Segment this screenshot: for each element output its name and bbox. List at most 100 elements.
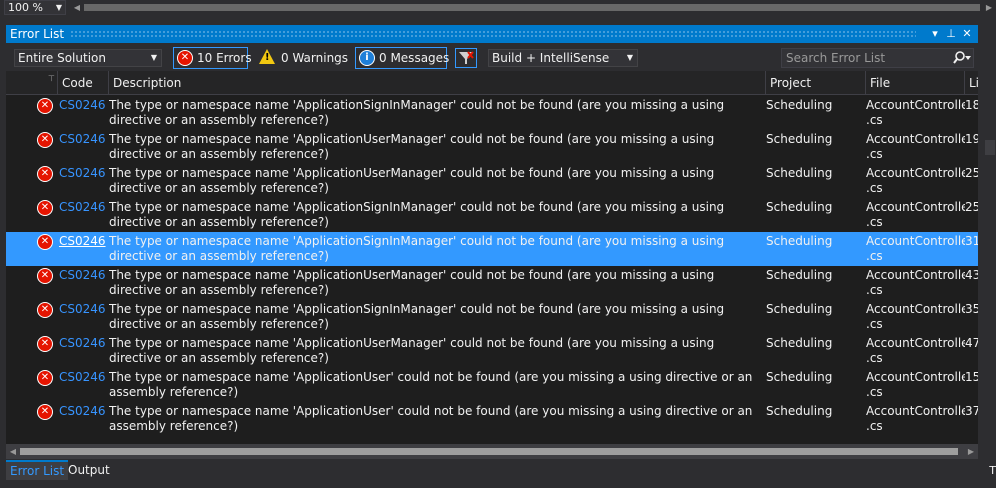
error-code-link[interactable]: CS0246 [59, 300, 107, 317]
messages-filter-button[interactable]: i 0 Messages [355, 47, 450, 69]
error-line: 25 [965, 166, 978, 180]
error-description: The type or namespace name 'ApplicationS… [109, 200, 725, 229]
error-description: The type or namespace name 'ApplicationU… [109, 132, 715, 161]
error-icon: ✕ [37, 336, 53, 352]
project-column-header[interactable]: Project [766, 71, 866, 95]
search-box[interactable] [781, 48, 974, 68]
warnings-filter-button[interactable]: ! 0 Warnings [254, 47, 348, 69]
error-project: Scheduling [766, 234, 833, 248]
pin-icon[interactable]: ⊥ [944, 25, 958, 43]
error-line: 35 [965, 302, 978, 316]
error-description: The type or namespace name 'ApplicationU… [109, 268, 715, 297]
chevron-down-icon: ▼ [150, 53, 157, 62]
error-code-link[interactable]: CS0246 [59, 334, 107, 351]
error-list-toolbar: Entire Solution ▼ ✕ 10 Errors ! 0 Warnin… [6, 43, 978, 71]
error-icon: ✕ [37, 200, 53, 216]
table-row[interactable]: ✕ CS0246 The type or namespace name 'Appli… [6, 130, 978, 164]
error-line: 47 [965, 336, 978, 350]
error-icon: ✕ [37, 166, 53, 182]
error-file-ext: .cs [866, 147, 883, 161]
editor-vscrollbar[interactable] [980, 25, 996, 463]
right-edge-label: T [989, 464, 996, 477]
error-code-link[interactable]: CS0246 [59, 402, 107, 419]
error-file-ext: .cs [866, 215, 883, 229]
scroll-right-icon[interactable]: ▶ [964, 444, 978, 459]
window-menu-icon[interactable]: ▾ [928, 25, 942, 43]
error-icon: ✕ [37, 404, 53, 420]
error-code-link[interactable]: CS0246 [59, 266, 107, 283]
error-icon: ✕ [37, 98, 53, 114]
table-row[interactable]: ✕ CS0246 The type or namespace name 'Appli… [6, 198, 978, 232]
error-project: Scheduling [766, 268, 833, 282]
table-row[interactable]: ✕ CS0246 The type or namespace name 'Appli… [6, 368, 978, 402]
drag-grip[interactable] [70, 30, 916, 38]
line-column-header[interactable]: Li [965, 71, 978, 95]
error-line: 43 [965, 268, 978, 282]
table-row[interactable]: ✕ CS0246 The type or namespace name 'Appli… [6, 232, 978, 266]
zoom-dropdown[interactable]: 100 % ▼ [4, 0, 66, 15]
tab-output[interactable]: Output [64, 460, 114, 480]
description-column-header[interactable]: Description [109, 71, 766, 95]
error-project: Scheduling [766, 132, 833, 146]
editor-top-strip: 100 % ▼ ◀ ▶ [0, 0, 996, 16]
table-row[interactable]: ✕ CS0246 The type or namespace name 'Appli… [6, 266, 978, 300]
error-icon: ✕ [37, 302, 53, 318]
error-project: Scheduling [766, 166, 833, 180]
error-icon: ✕ [37, 132, 53, 148]
error-icon: ✕ [177, 50, 193, 66]
grid-hscrollbar[interactable]: ◀ ▶ [6, 444, 978, 459]
tab-error-list[interactable]: Error List [6, 460, 69, 480]
build-source-dropdown[interactable]: Build + IntelliSense ▼ [488, 49, 638, 67]
scroll-right-icon[interactable]: ▶ [982, 0, 996, 15]
messages-label: 0 Messages [379, 51, 450, 65]
editor-vscroll-thumb[interactable] [985, 140, 995, 155]
file-column-header[interactable]: File [866, 71, 965, 95]
grid-hscroll-thumb[interactable] [20, 448, 958, 455]
error-project: Scheduling [766, 200, 833, 214]
scroll-left-icon[interactable]: ◀ [6, 444, 20, 459]
close-icon[interactable]: ✕ [960, 25, 974, 43]
error-code-link[interactable]: CS0246 [59, 232, 107, 249]
filter-toggle-button[interactable] [455, 48, 477, 68]
error-line: 154 [965, 370, 978, 384]
error-code-link[interactable]: CS0246 [59, 198, 107, 215]
search-icon[interactable] [952, 50, 972, 66]
scroll-left-icon[interactable]: ◀ [70, 0, 84, 15]
error-project: Scheduling [766, 302, 833, 316]
error-code-link[interactable]: CS0246 [59, 164, 107, 181]
error-code-link[interactable]: CS0246 [59, 130, 107, 147]
error-project: Scheduling [766, 404, 833, 418]
editor-hscroll-thumb[interactable] [84, 4, 980, 11]
error-code-link[interactable]: CS0246 [59, 96, 107, 113]
grid-header: ⊤ Code Description Project File Li [6, 71, 978, 95]
error-list-titlebar: Error List ▾ ⊥ ✕ [6, 25, 978, 43]
error-description: The type or namespace name 'ApplicationU… [109, 336, 715, 365]
bottom-tab-strip: Error List Output T [0, 460, 996, 488]
table-row[interactable]: ✕ CS0246 The type or namespace name 'Appli… [6, 334, 978, 368]
error-description: The type or namespace name 'ApplicationS… [109, 98, 725, 127]
error-code-link[interactable]: CS0246 [59, 368, 107, 385]
error-line: 25 [965, 200, 978, 214]
search-input[interactable] [782, 49, 947, 67]
error-description: The type or namespace name 'ApplicationU… [109, 166, 715, 195]
error-file-ext: .cs [866, 283, 883, 297]
zoom-value: 100 % [8, 1, 43, 14]
code-column-header[interactable]: Code [58, 71, 109, 95]
error-icon: ✕ [37, 268, 53, 284]
scope-dropdown[interactable]: Entire Solution ▼ [14, 49, 162, 67]
table-row[interactable]: ✕ CS0246 The type or namespace name 'Appli… [6, 164, 978, 198]
table-row[interactable]: ✕ CS0246 The type or namespace name 'Appli… [6, 402, 978, 436]
error-line: 376 [965, 404, 978, 418]
table-row[interactable]: ✕ CS0246 The type or namespace name 'Appli… [6, 96, 978, 130]
error-file-ext: .cs [866, 249, 883, 263]
error-file-ext: .cs [866, 317, 883, 331]
error-file-ext: .cs [866, 351, 883, 365]
severity-column-header[interactable]: ⊤ [6, 71, 58, 95]
error-line: 31 [965, 234, 978, 248]
error-file-ext: .cs [866, 113, 883, 127]
chevron-down-icon: ▼ [55, 3, 62, 12]
error-description: The type or namespace name 'ApplicationU… [109, 404, 753, 433]
errors-filter-button[interactable]: ✕ 10 Errors [173, 47, 252, 69]
error-project: Scheduling [766, 336, 833, 350]
table-row[interactable]: ✕ CS0246 The type or namespace name 'Appli… [6, 300, 978, 334]
